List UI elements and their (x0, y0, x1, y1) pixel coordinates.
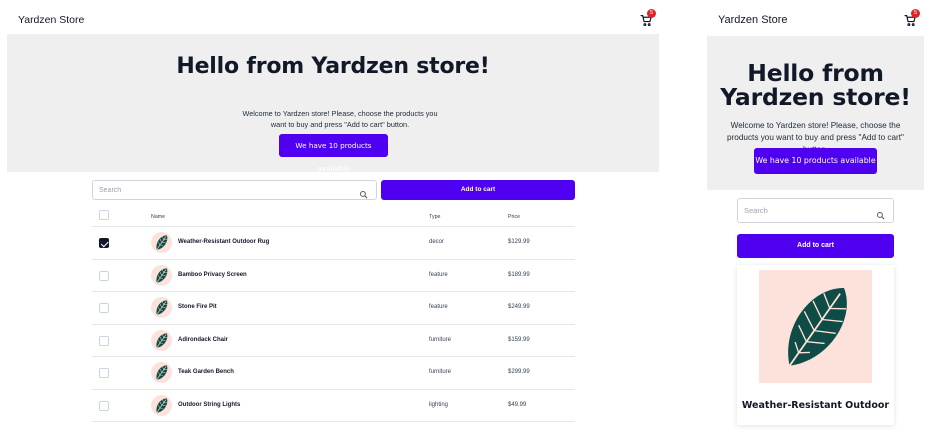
product-image (759, 270, 872, 383)
product-name: Stone Fire Pit (178, 304, 217, 310)
product-price: $299.99 (508, 369, 530, 375)
products-available-button[interactable]: We have 10 products available (279, 134, 388, 173)
desktop-view: Yardzen Store 5 Hello from Yardzen store… (0, 0, 665, 433)
product-name: Outdoor String Lights (178, 401, 241, 408)
table-header: Name Type Price (92, 206, 575, 227)
search-icon[interactable] (359, 186, 368, 199)
add-to-cart-button[interactable]: Add to cart (381, 180, 575, 200)
search-input[interactable] (744, 199, 874, 222)
product-price: $189.99 (508, 271, 530, 278)
product-price: $249.99 (508, 304, 530, 310)
products-table: Name Type Price Weather-Resistant Outdoo… (92, 206, 575, 422)
table-row[interactable]: Teak Garden Bench furniture $299.99 (92, 357, 575, 390)
table-row[interactable]: Bamboo Privacy Screen feature $189.99 (92, 260, 575, 292)
product-type: feature (429, 304, 448, 310)
column-header-name[interactable]: Name (151, 214, 165, 220)
hero-title: Hello from Yardzen store! (720, 59, 911, 111)
cart-button[interactable]: 5 (904, 9, 920, 30)
cart-count-badge: 5 (647, 9, 656, 18)
product-price: $49.99 (508, 401, 527, 408)
table-row[interactable]: Adirondack Chair furniture $159.99 (92, 325, 575, 357)
product-card[interactable]: Weather-Resistant Outdoor (737, 265, 894, 425)
product-thumbnail (151, 394, 172, 416)
product-thumbnail (151, 362, 172, 383)
row-checkbox[interactable] (99, 335, 109, 346)
row-checkbox[interactable] (99, 368, 109, 378)
product-price: $159.99 (508, 336, 530, 343)
search-field[interactable] (92, 180, 377, 200)
table-body: Weather-Resistant Outdoor Rug decor $129.9… (92, 227, 575, 422)
hero-banner: Hello from Yardzen store! Welcome to Yar… (7, 34, 659, 173)
row-checkbox[interactable] (99, 270, 109, 281)
select-all-checkbox[interactable] (99, 210, 109, 220)
table-row[interactable]: Outdoor String Lights lighting $49.99 (92, 390, 575, 422)
cart-button[interactable]: 5 (640, 9, 656, 30)
product-thumbnail (151, 264, 172, 286)
product-type: feature (429, 271, 448, 278)
product-name: Bamboo Privacy Screen (178, 271, 247, 278)
product-thumbnail (151, 329, 172, 351)
product-type: furniture (429, 336, 452, 343)
mobile-view: Yardzen Store 5 Hello from Yardzen store… (700, 0, 932, 433)
search-input[interactable] (99, 181, 349, 199)
product-name: Teak Garden Bench (178, 369, 234, 375)
product-thumbnail (151, 297, 172, 318)
product-thumbnail (151, 232, 172, 253)
row-checkbox[interactable] (99, 303, 109, 313)
row-checkbox[interactable] (99, 238, 109, 248)
hero-description: Welcome to Yardzen store! Please, choose… (242, 109, 438, 129)
search-icon[interactable] (876, 207, 885, 220)
brand-logo-text[interactable]: Yardzen Store (18, 14, 84, 26)
product-type: furniture (429, 369, 452, 375)
cart-count-badge: 5 (911, 9, 920, 18)
leaf-icon (786, 288, 847, 371)
column-header-price[interactable]: Price (508, 214, 520, 220)
hero-banner: Hello from Yardzen store! Welcome to Yar… (707, 36, 924, 190)
table-row[interactable]: Weather-Resistant Outdoor Rug decor $129.9… (92, 227, 575, 260)
brand-logo-text[interactable]: Yardzen Store (718, 14, 788, 26)
row-checkbox[interactable] (99, 400, 109, 411)
search-field[interactable] (737, 198, 894, 223)
column-header-type[interactable]: Type (429, 214, 440, 220)
table-row[interactable]: Stone Fire Pit feature $249.99 (92, 292, 575, 325)
product-type: lighting (429, 401, 449, 408)
product-name: Weather-Resistant Outdoor Rug (178, 239, 270, 245)
product-type: decor (429, 239, 445, 245)
product-card-title: Weather-Resistant Outdoor (741, 400, 890, 411)
product-price: $129.99 (508, 239, 530, 245)
add-to-cart-button[interactable]: Add to cart (737, 234, 894, 258)
product-name: Adirondack Chair (178, 336, 229, 343)
hero-title: Hello from Yardzen store! (176, 54, 490, 79)
products-available-button[interactable]: We have 10 products available (754, 148, 877, 174)
